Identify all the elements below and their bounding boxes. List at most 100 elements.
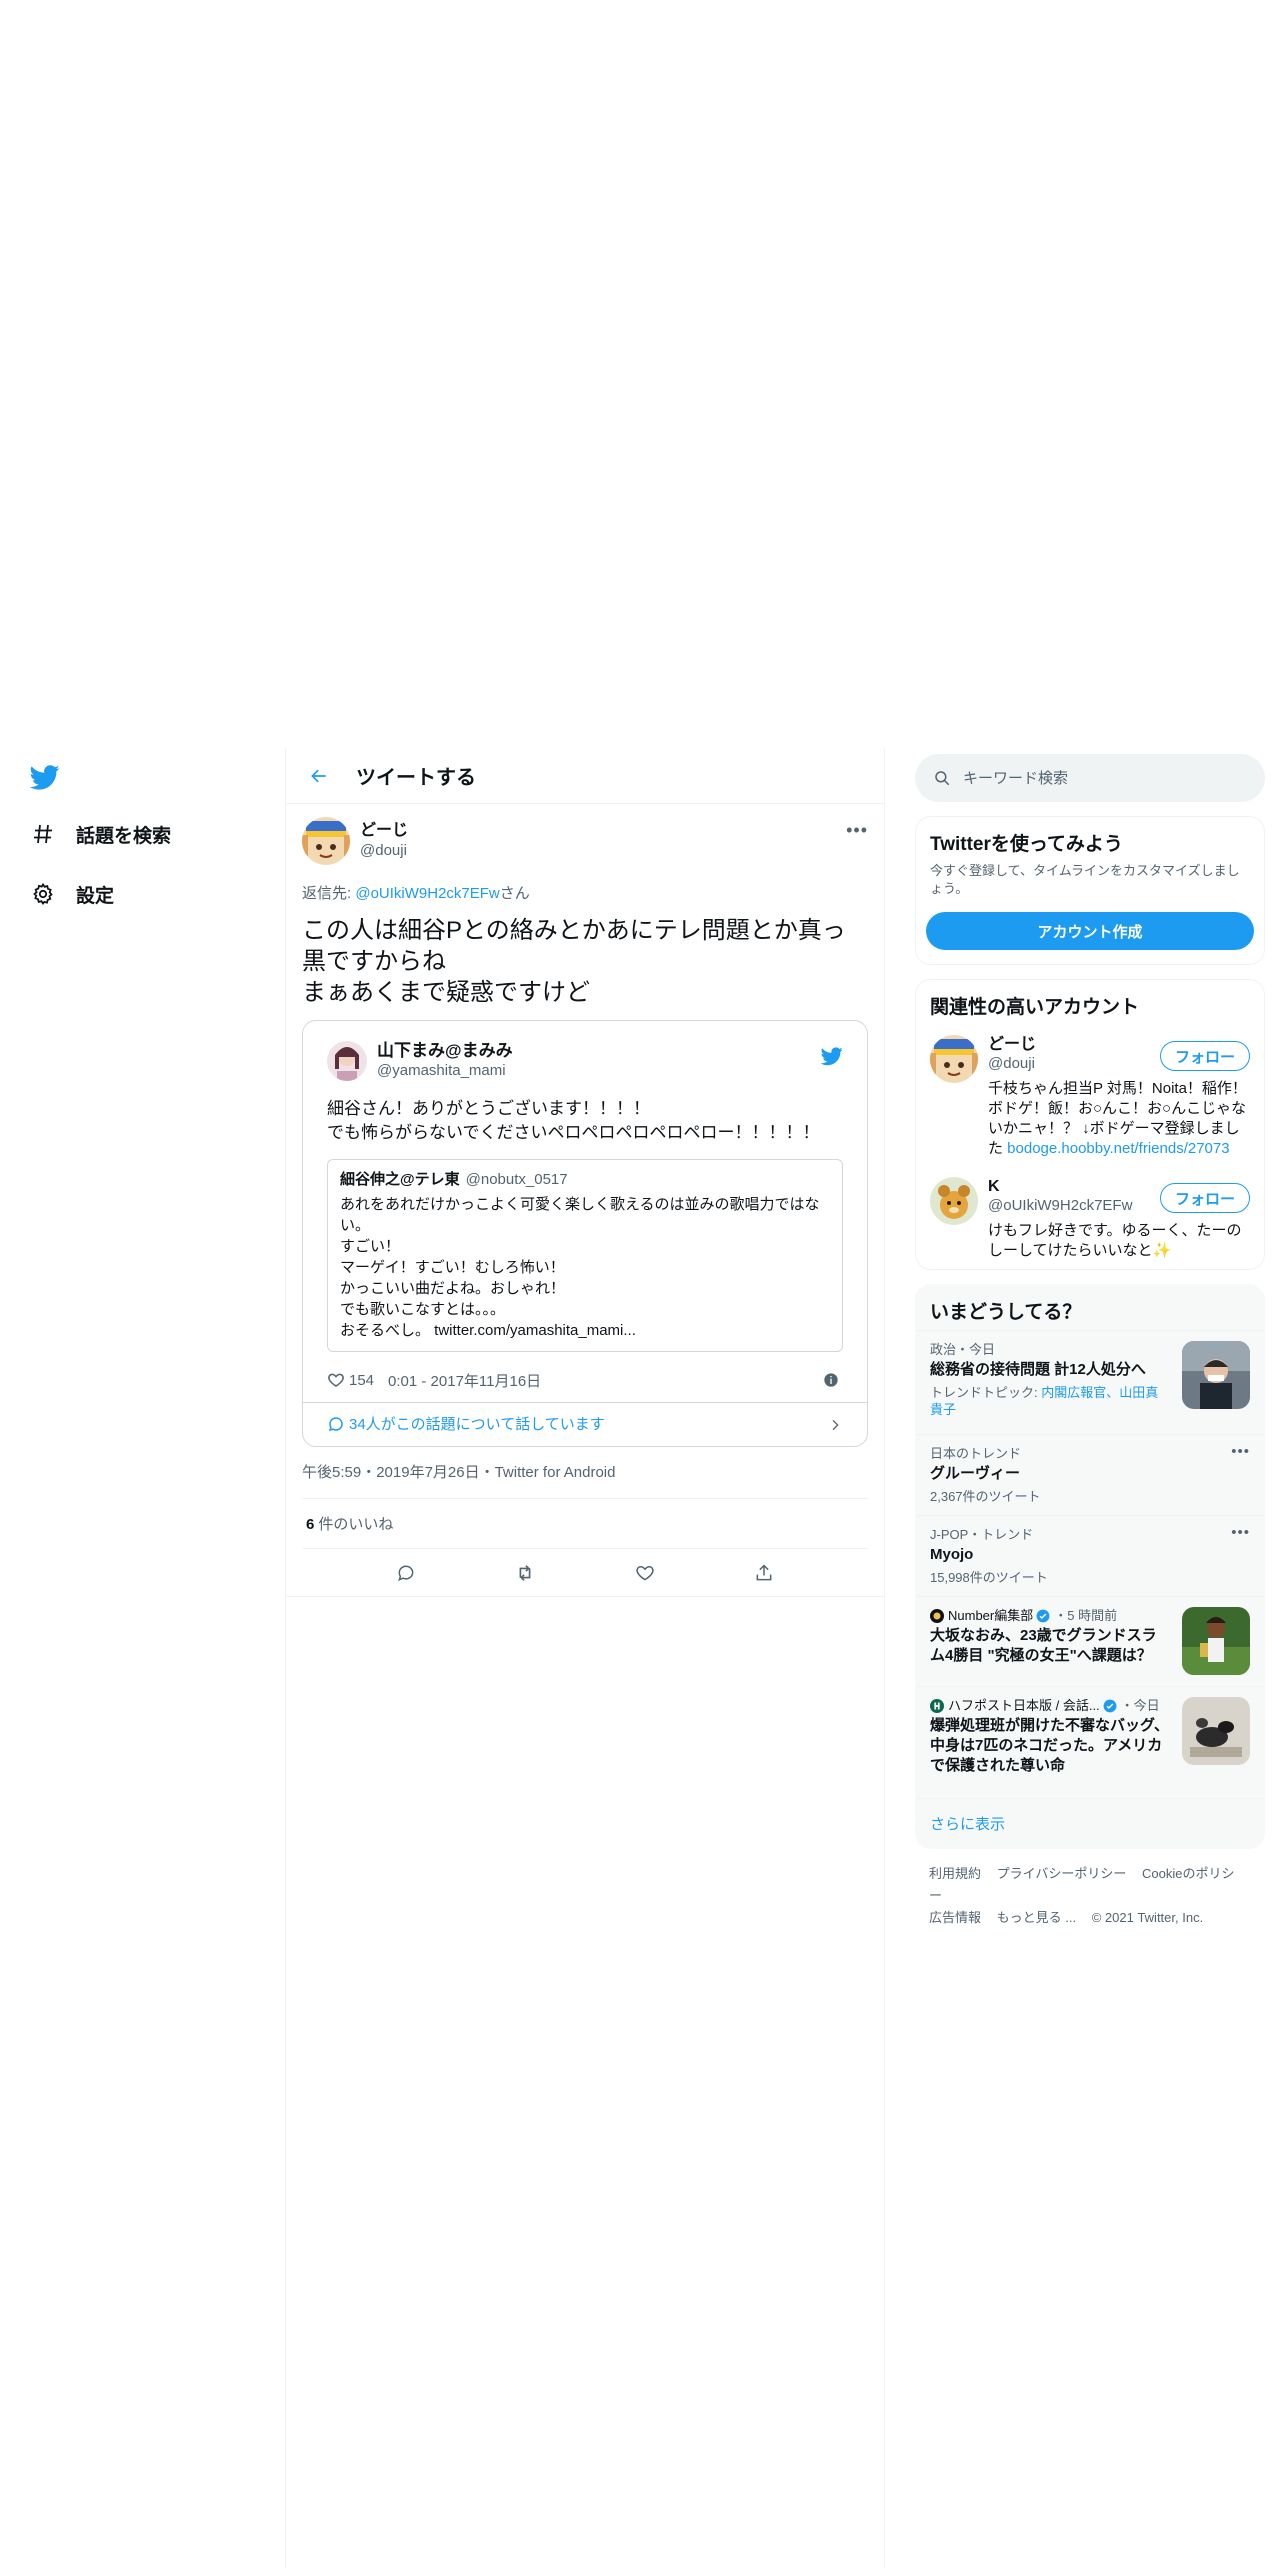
footer-terms-link[interactable]: 利用規約 — [929, 1866, 981, 1881]
chevron-right-icon — [832, 1419, 839, 1431]
page-header: ツイートする — [286, 748, 884, 804]
search-icon — [935, 771, 950, 786]
embed-avatar[interactable] — [327, 1041, 367, 1081]
tweet-actions — [286, 1549, 884, 1597]
conversation-link[interactable]: 34人がこの話題について話しています — [303, 1402, 867, 1438]
trends-card: いまどうしてる？ 政治・今日 総務省の接待問題 計12人処分へ トレンドトピック… — [915, 1284, 1265, 1849]
likes-count: 6 — [306, 1516, 315, 1533]
likes-label: 件のいいね — [318, 1516, 394, 1533]
trend-source-name: Number編集部 — [948, 1608, 1034, 1623]
related-accounts-card: 関連性の高いアカウント どーじ @douji 千枝ちゃん担当P 対馬！Noita… — [915, 979, 1265, 1270]
reply-suffix: さん — [499, 885, 530, 902]
follow-button[interactable]: フォロー — [1159, 1183, 1250, 1213]
more-options-icon[interactable]: ••• — [846, 820, 868, 841]
reply-to-link[interactable]: @oUIkiW9H2ck7EFw — [355, 885, 499, 902]
nav-settings-label: 設定 — [76, 885, 115, 907]
info-icon[interactable] — [823, 1372, 839, 1388]
follow-button[interactable]: フォロー — [1159, 1041, 1250, 1071]
more-options-icon[interactable]: ••• — [1231, 1443, 1250, 1460]
trend-thumbnail — [1182, 1697, 1250, 1765]
inner-quote-name: 細谷伸之@テレ東 — [340, 1171, 460, 1188]
reply-prefix: 返信先: — [302, 885, 356, 902]
hashtag-icon — [30, 821, 56, 847]
account-bio: 千枝ちゃん担当P 対馬！Noita！稲作！ボドゲ！飯！お○んこ！お○んこじゃない… — [988, 1079, 1250, 1159]
tweet-timestamp[interactable]: 午後5:59・2019年7月26日・Twitter for Android — [302, 1461, 868, 1499]
gear-icon — [30, 881, 56, 907]
verified-badge-icon — [1103, 1699, 1117, 1712]
back-button[interactable] — [302, 759, 336, 793]
trend-item[interactable]: 政治・今日 総務省の接待問題 計12人処分へ トレンドトピック: 内閣広報官、山… — [916, 1330, 1264, 1434]
trend-source-time: ・今日 — [1120, 1698, 1160, 1713]
comment-icon — [328, 1416, 343, 1431]
footer: 利用規約 プライバシーポリシー Cookieのポリシー 広告情報 もっと見る .… — [915, 1849, 1265, 1943]
source-logo-icon — [930, 1608, 944, 1623]
trend-title: Myojo — [930, 1546, 974, 1563]
embed-like-count: 154 — [349, 1371, 375, 1389]
reply-icon[interactable] — [388, 1555, 424, 1591]
main-column: ツイートする どーじ @douji ••• 返信先: @oUIkiW9H2ck7… — [285, 748, 885, 2568]
trend-sub: 2,367件のツイート — [930, 1489, 1041, 1504]
embed-stats: 154 0:01 - 2017年11月16日 — [327, 1366, 843, 1394]
heart-icon[interactable] — [327, 1371, 345, 1389]
signup-title: Twitterを使ってみよう — [930, 834, 1123, 855]
show-more-link[interactable]: さらに表示 — [916, 1798, 1264, 1848]
source-logo-icon — [930, 1698, 944, 1713]
trend-thumbnail — [1182, 1341, 1250, 1409]
page-title: ツイートする — [356, 767, 476, 789]
embed-time[interactable]: 0:01 - 2017年11月16日 — [388, 1370, 541, 1391]
account-item[interactable]: どーじ @douji 千枝ちゃん担当P 対馬！Noita！稲作！ボドゲ！飯！お○… — [916, 1025, 1264, 1167]
search-input[interactable] — [963, 769, 1233, 787]
signup-description: 今すぐ登録して、タイムラインをカスタマイズしましょう。 — [930, 863, 1240, 896]
avatar[interactable] — [930, 1035, 978, 1083]
embed-text: 細谷さん！ありがとうございます！！！！ でも怖らがらないでくださいペロペロペロペ… — [327, 1099, 820, 1142]
nav-explore[interactable]: 話題を検索 — [30, 814, 171, 854]
trend-sub-prefix: トレンドトピック: — [930, 1385, 1042, 1400]
verified-badge-icon — [1036, 1609, 1050, 1622]
trend-item[interactable]: 日本のトレンド グルーヴィー 2,367件のツイート ••• — [916, 1434, 1264, 1515]
trends-title: いまどうしてる？ — [930, 1302, 1082, 1323]
footer-more-link[interactable]: もっと見る ... — [997, 1910, 1076, 1925]
twitter-logo-icon[interactable] — [29, 762, 62, 794]
embed-author-handle[interactable]: @yamashita_mami — [377, 1061, 513, 1081]
account-bio-link[interactable]: bodoge.hoobby.net/friends/27073 — [1007, 1140, 1229, 1157]
create-account-button[interactable]: アカウント作成 — [926, 912, 1254, 950]
avatar[interactable] — [302, 817, 350, 865]
inner-quote-text: あれをあれだけかっこよく可愛く楽しく歌えるのは並みの歌唱力ではない。 すごい！ … — [340, 1196, 820, 1339]
tweet-text: この人は細谷Pとの絡みとかあにテレ問題とか真っ黒ですからね まぁあくまで疑惑です… — [302, 917, 846, 1006]
likes-row[interactable]: 6 件のいいね — [302, 1499, 868, 1549]
account-item[interactable]: K @oUIkiW9H2ck7EFw けもフレ好きです。ゆるーく、たーのしーして… — [916, 1167, 1264, 1269]
related-accounts-title: 関連性の高いアカウント — [930, 997, 1140, 1018]
avatar[interactable] — [930, 1177, 978, 1225]
trend-meta: J-POP・トレンド — [930, 1527, 1034, 1542]
trend-item[interactable]: Number編集部 ・5 時間前 大坂なおみ、23歳でグランドスラム4勝目 "究… — [916, 1596, 1264, 1686]
search-box[interactable] — [915, 754, 1265, 802]
footer-privacy-link[interactable]: プライバシーポリシー — [997, 1866, 1127, 1881]
trend-title: グルーヴィー — [930, 1465, 1021, 1482]
tweet: どーじ @douji ••• 返信先: @oUIkiW9H2ck7EFwさん こ… — [286, 804, 884, 1597]
account-bio: けもフレ好きです。ゆるーく、たーのしーしてけたらいいなと✨ — [988, 1222, 1242, 1259]
twitter-bird-icon — [820, 1045, 843, 1067]
inner-quote[interactable]: 細谷伸之@テレ東 @nobutx_0517 あれをあれだけかっこよく可愛く楽しく歌… — [327, 1159, 843, 1352]
trend-source-time: ・5 時間前 — [1054, 1608, 1118, 1623]
signup-card: Twitterを使ってみよう 今すぐ登録して、タイムラインをカスタマイズしましょ… — [915, 816, 1265, 965]
more-options-icon[interactable]: ••• — [1231, 1524, 1250, 1541]
trend-source-name: ハフポスト日本版 / 会話... — [948, 1698, 1100, 1713]
retweet-icon[interactable] — [507, 1555, 543, 1591]
nav-settings[interactable]: 設定 — [30, 874, 114, 914]
trend-item[interactable]: J-POP・トレンド Myojo 15,998件のツイート ••• — [916, 1515, 1264, 1596]
embed-author-name[interactable]: 山下まみ@まみみ — [377, 1041, 513, 1061]
nav-explore-label: 話題を検索 — [76, 825, 172, 847]
trend-meta: 日本のトレンド — [930, 1446, 1022, 1461]
author-name[interactable]: どーじ — [360, 821, 408, 841]
footer-ads-link[interactable]: 広告情報 — [929, 1910, 981, 1925]
conversation-text: 34人がこの話題について話しています — [349, 1416, 605, 1433]
embedded-tweet[interactable]: 山下まみ@まみみ @yamashita_mami 細谷さん！ありがとうございます… — [302, 1020, 868, 1447]
author-handle[interactable]: @douji — [360, 841, 408, 861]
trend-item[interactable]: ハフポスト日本版 / 会話... ・今日 爆弾処理班が開けた不審なバッグ、中身は… — [916, 1686, 1264, 1798]
tweet-author: どーじ @douji — [302, 814, 868, 868]
like-icon[interactable] — [627, 1555, 663, 1591]
reply-to: 返信先: @oUIkiW9H2ck7EFwさん — [302, 882, 868, 903]
back-arrow-icon — [311, 769, 326, 782]
share-icon[interactable] — [746, 1555, 782, 1591]
trend-thumbnail — [1182, 1607, 1250, 1675]
